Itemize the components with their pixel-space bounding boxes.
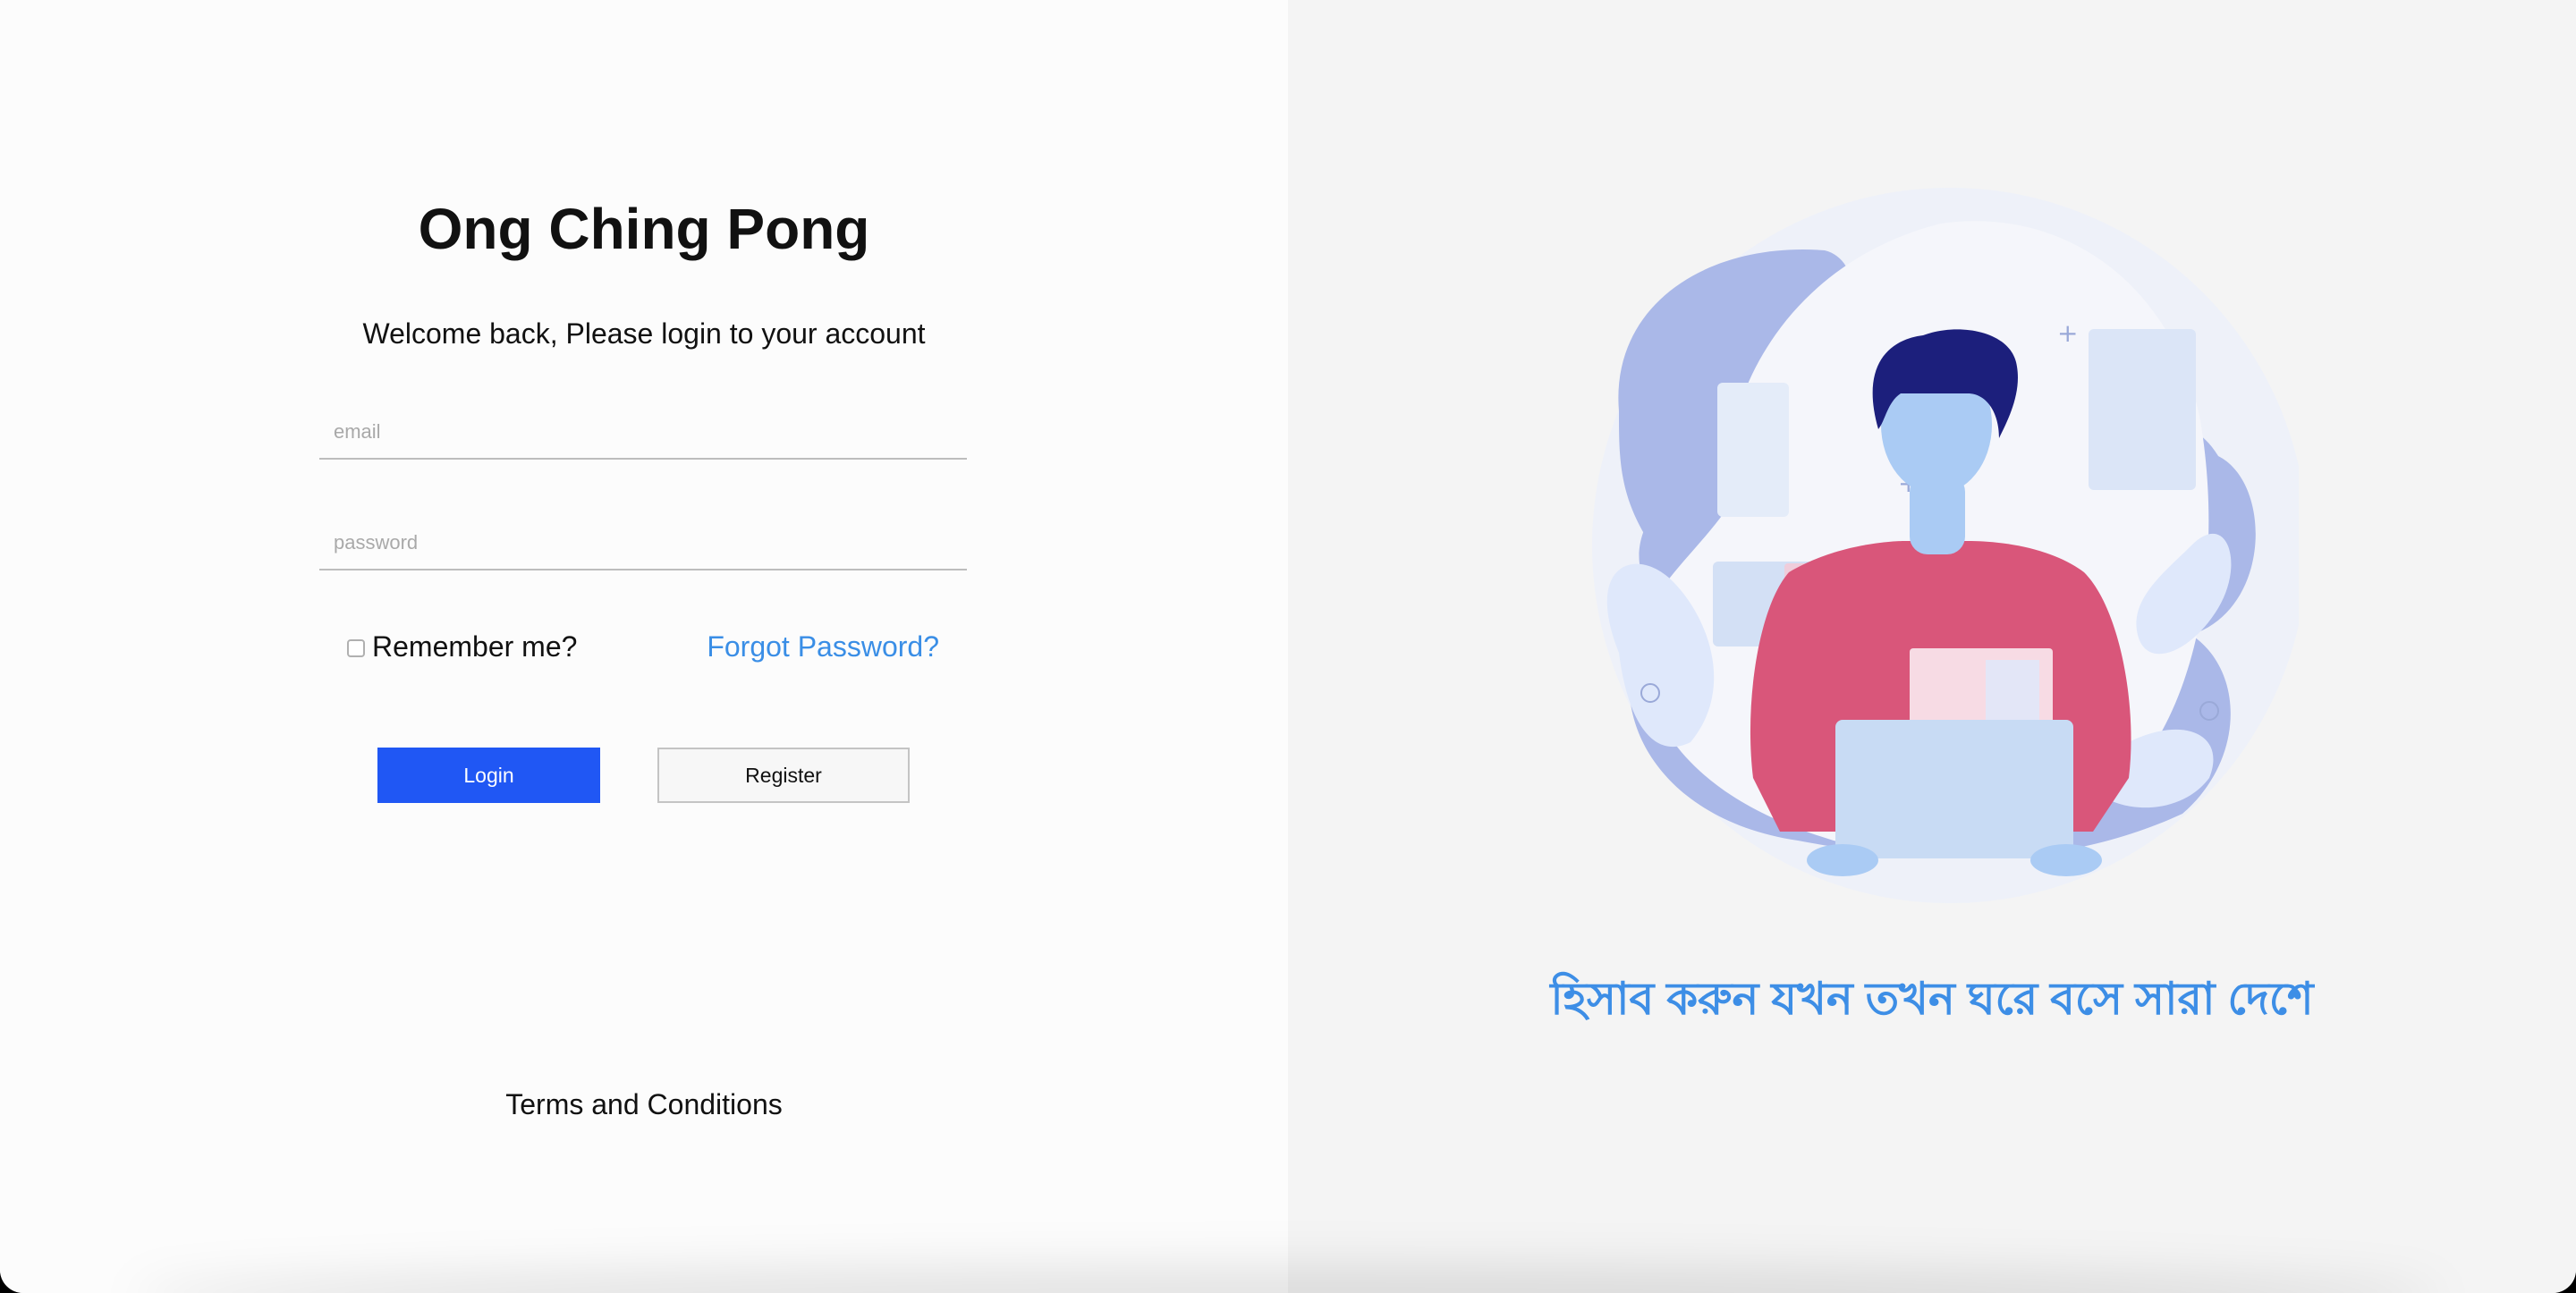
promo-tagline: হিসাব করুন যখন তখন ঘরে বসে সারা দেশে [1550,974,2314,1024]
remember-me-checkbox[interactable] [347,639,365,657]
remember-me[interactable]: Remember me? [347,626,577,667]
person-hand-left [1807,844,1878,876]
login-window: Ong Ching Pong Welcome back, Please logi… [0,0,2576,1293]
login-panel: Ong Ching Pong Welcome back, Please logi… [0,0,1288,1293]
welcome-subtitle: Welcome back, Please login to your accou… [362,317,926,350]
login-button[interactable]: Login [377,748,600,803]
person-with-laptop-illustration: + + [1592,188,2299,903]
terms-and-conditions-link[interactable]: Terms and Conditions [0,1085,1288,1124]
app-title: Ong Ching Pong [418,197,870,261]
document-top-left [1717,383,1789,517]
password-field[interactable] [319,517,967,570]
forgot-password-link[interactable]: Forgot Password? [689,626,939,667]
sparkle-icon: + [2057,318,2078,348]
person-hand-right [2030,844,2102,876]
document-top-right [2089,329,2196,490]
register-button[interactable]: Register [657,748,910,803]
remember-me-label[interactable]: Remember me? [372,630,577,663]
email-field[interactable] [319,406,967,460]
laptop [1835,720,2073,858]
